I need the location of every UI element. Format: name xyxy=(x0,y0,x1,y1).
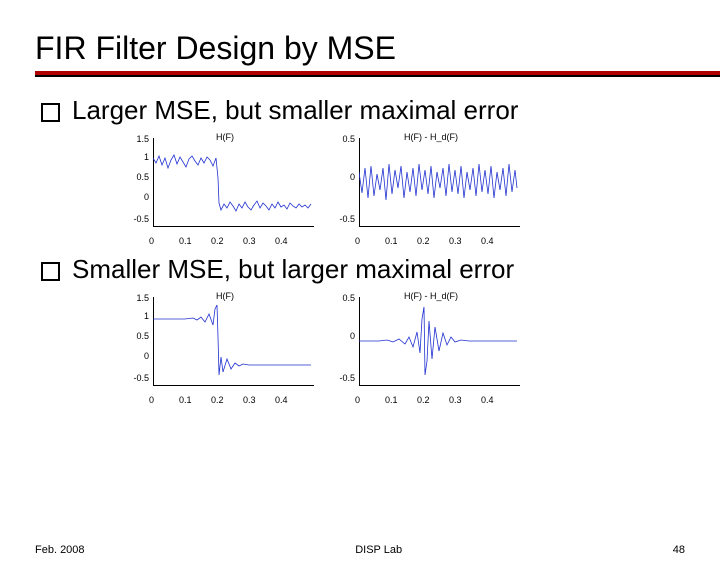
ytick: -0.5 xyxy=(127,373,149,383)
bullet-2-text: Smaller MSE, but larger maximal error xyxy=(72,254,514,285)
ytick: 0 xyxy=(127,351,149,361)
chart-err1: H(F) - H_d(F) 0.5 0 -0.5 0 0.1 0.2 0.3 0… xyxy=(331,132,531,242)
title-rule xyxy=(35,71,720,77)
plot-line xyxy=(153,297,313,385)
chart-H1: H(F) 1.5 1 0.5 0 -0.5 0 0.1 0.2 0.3 0.4 xyxy=(125,132,325,242)
xtick: 0.4 xyxy=(275,395,288,405)
ytick: 1.5 xyxy=(127,134,149,144)
plot-line xyxy=(153,138,313,226)
ytick: 0.5 xyxy=(127,331,149,341)
xtick: 0.4 xyxy=(275,236,288,246)
chart-row-1: H(F) 1.5 1 0.5 0 -0.5 0 0.1 0.2 0.3 0.4 … xyxy=(125,132,720,242)
xtick: 0.1 xyxy=(179,236,192,246)
ytick: -0.5 xyxy=(333,214,355,224)
xtick: 0 xyxy=(355,236,360,246)
xtick: 0.2 xyxy=(211,395,224,405)
slide: FIR Filter Design by MSE Larger MSE, but… xyxy=(0,0,720,570)
ytick: 0 xyxy=(333,331,355,341)
chart-err2: H(F) - H_d(F) 0.5 0 -0.5 0 0.1 0.2 0.3 0… xyxy=(331,291,531,401)
ytick: 1 xyxy=(127,152,149,162)
ytick: -0.5 xyxy=(127,214,149,224)
page-title: FIR Filter Design by MSE xyxy=(35,30,720,67)
footer-left: Feb. 2008 xyxy=(35,544,85,556)
xtick: 0.3 xyxy=(449,395,462,405)
xtick: 0 xyxy=(355,395,360,405)
bullet-2: Smaller MSE, but larger maximal error xyxy=(35,254,720,285)
xtick: 0.4 xyxy=(481,395,494,405)
bullet-1: Larger MSE, but smaller maximal error xyxy=(35,95,720,126)
footer-right: 48 xyxy=(673,544,685,556)
xtick: 0.3 xyxy=(449,236,462,246)
ytick: 0.5 xyxy=(127,172,149,182)
ytick: 0.5 xyxy=(333,293,355,303)
chart-row-2: H(F) 1.5 1 0.5 0 -0.5 0 0.1 0.2 0.3 0.4 … xyxy=(125,291,720,401)
xtick: 0.2 xyxy=(417,236,430,246)
ytick: 0 xyxy=(127,192,149,202)
plot-line xyxy=(359,138,519,226)
ytick: 1.5 xyxy=(127,293,149,303)
xtick: 0 xyxy=(149,236,154,246)
footer: Feb. 2008 DISP Lab 48 xyxy=(0,544,720,556)
ytick: 1 xyxy=(127,311,149,321)
footer-center: DISP Lab xyxy=(355,544,402,556)
ytick: 0 xyxy=(333,172,355,182)
bullet-box-icon xyxy=(41,262,60,281)
plot-line xyxy=(359,297,519,385)
xtick: 0.1 xyxy=(385,395,398,405)
xtick: 0.3 xyxy=(243,395,256,405)
chart-H2: H(F) 1.5 1 0.5 0 -0.5 0 0.1 0.2 0.3 0.4 xyxy=(125,291,325,401)
bullet-1-text: Larger MSE, but smaller maximal error xyxy=(72,95,518,126)
xtick: 0.2 xyxy=(417,395,430,405)
xtick: 0.2 xyxy=(211,236,224,246)
bullet-box-icon xyxy=(41,103,60,122)
ytick: -0.5 xyxy=(333,373,355,383)
xtick: 0.3 xyxy=(243,236,256,246)
xtick: 0 xyxy=(149,395,154,405)
xtick: 0.1 xyxy=(179,395,192,405)
ytick: 0.5 xyxy=(333,134,355,144)
xtick: 0.1 xyxy=(385,236,398,246)
xtick: 0.4 xyxy=(481,236,494,246)
